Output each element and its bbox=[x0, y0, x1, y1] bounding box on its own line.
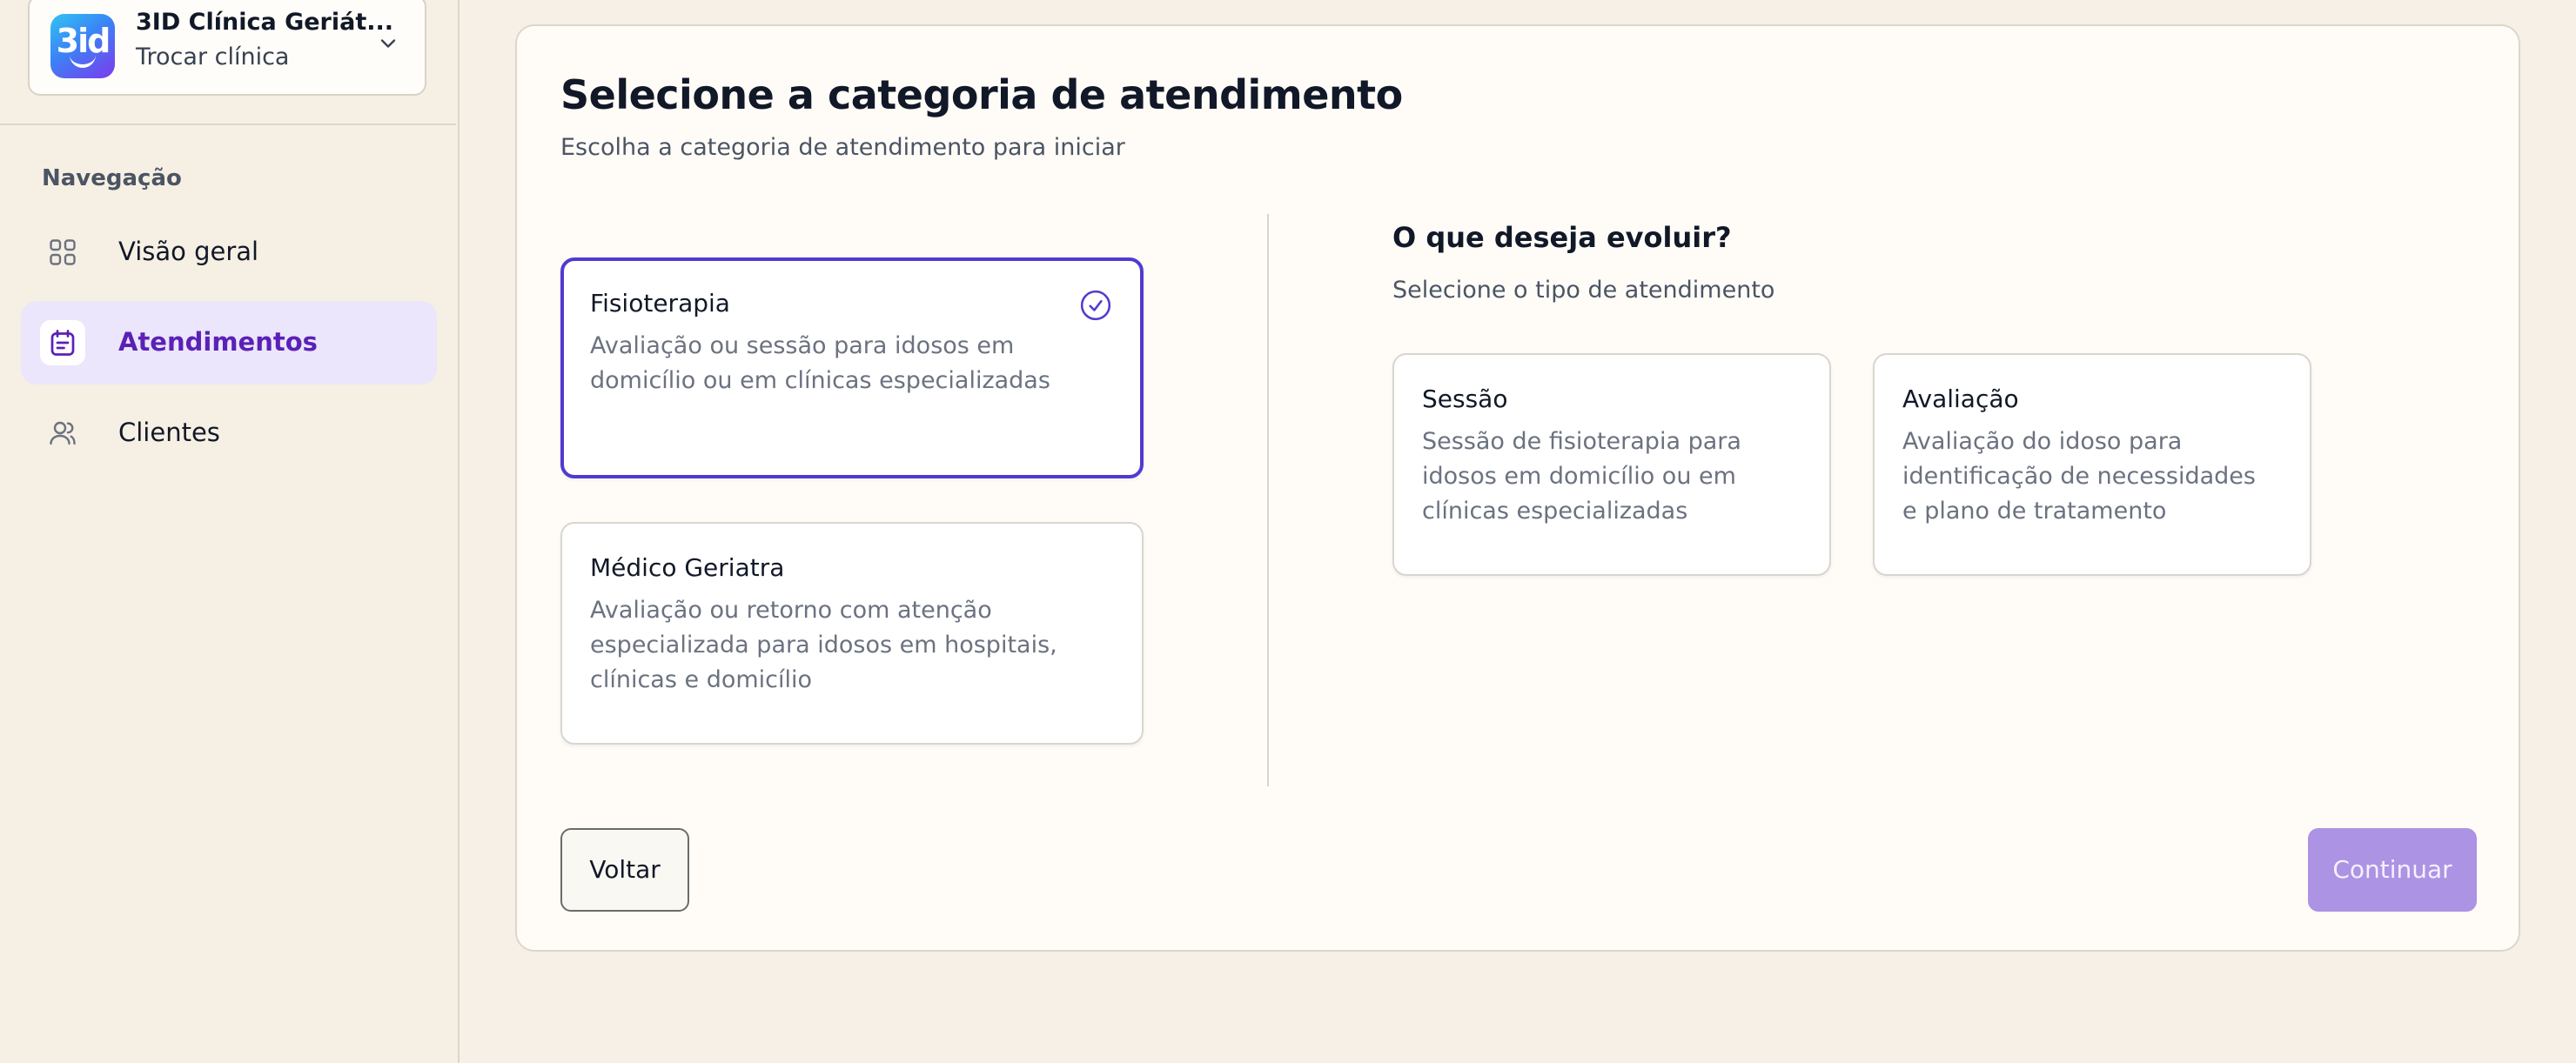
vertical-divider bbox=[1267, 214, 1269, 786]
check-circle-icon bbox=[1080, 290, 1111, 321]
sidebar-item-visao-geral[interactable]: Visão geral bbox=[21, 211, 437, 294]
option-title: Fisioterapia bbox=[590, 289, 730, 318]
clinic-name: 3ID Clínica Geriát... bbox=[136, 9, 394, 36]
option-description: Avaliação do idoso para identificação de… bbox=[1902, 428, 2256, 525]
type-option-sessao[interactable]: Sessão Sessão de fisioterapia para idoso… bbox=[1392, 353, 1831, 576]
evolve-section-subtitle: Selecione o tipo de atendimento bbox=[1392, 277, 1775, 304]
category-option-fisioterapia[interactable]: Fisioterapia Avaliação ou sessão para id… bbox=[560, 257, 1144, 478]
sidebar-item-clientes[interactable]: Clientes bbox=[21, 391, 437, 475]
back-button[interactable]: Voltar bbox=[560, 828, 689, 912]
type-option-avaliacao[interactable]: Avaliação Avaliação do idoso para identi… bbox=[1873, 353, 2311, 576]
option-description: Avaliação ou sessão para idosos em domic… bbox=[590, 332, 1050, 394]
evolve-section-title: O que deseja evoluir? bbox=[1392, 221, 1732, 254]
sidebar-item-label: Atendimentos bbox=[118, 327, 318, 357]
nav-heading: Navegação bbox=[42, 165, 182, 191]
calendar-icon bbox=[40, 320, 85, 365]
page-title: Selecione a categoria de atendimento bbox=[560, 71, 1403, 118]
option-title: Avaliação bbox=[1902, 384, 2019, 413]
clinic-switcher[interactable]: 3id 3ID Clínica Geriát... Trocar clínica bbox=[28, 0, 426, 96]
category-selection-card: Selecione a categoria de atendimento Esc… bbox=[515, 24, 2520, 952]
category-option-medico-geriatra[interactable]: Médico Geriatra Avaliação ou retorno com… bbox=[560, 522, 1144, 745]
grid-icon bbox=[40, 230, 85, 275]
sidebar-item-atendimentos[interactable]: Atendimentos bbox=[21, 301, 437, 384]
option-title: Sessão bbox=[1422, 384, 1508, 413]
option-title: Médico Geriatra bbox=[590, 553, 785, 582]
continue-button[interactable]: Continuar bbox=[2308, 828, 2477, 912]
page-subtitle: Escolha a categoria de atendimento para … bbox=[560, 134, 1125, 161]
sidebar: 3id 3ID Clínica Geriát... Trocar clínica… bbox=[0, 0, 460, 1063]
sidebar-divider bbox=[0, 124, 456, 125]
switch-clinic-label: Trocar clínica bbox=[136, 43, 290, 70]
clinic-logo: 3id bbox=[50, 14, 115, 78]
option-description: Avaliação ou retorno com atenção especia… bbox=[590, 597, 1057, 693]
sidebar-item-label: Clientes bbox=[118, 418, 220, 447]
users-icon bbox=[40, 411, 85, 456]
chevron-down-icon bbox=[380, 39, 396, 48]
option-description: Sessão de fisioterapia para idosos em do… bbox=[1422, 428, 1741, 525]
sidebar-item-label: Visão geral bbox=[118, 237, 259, 266]
